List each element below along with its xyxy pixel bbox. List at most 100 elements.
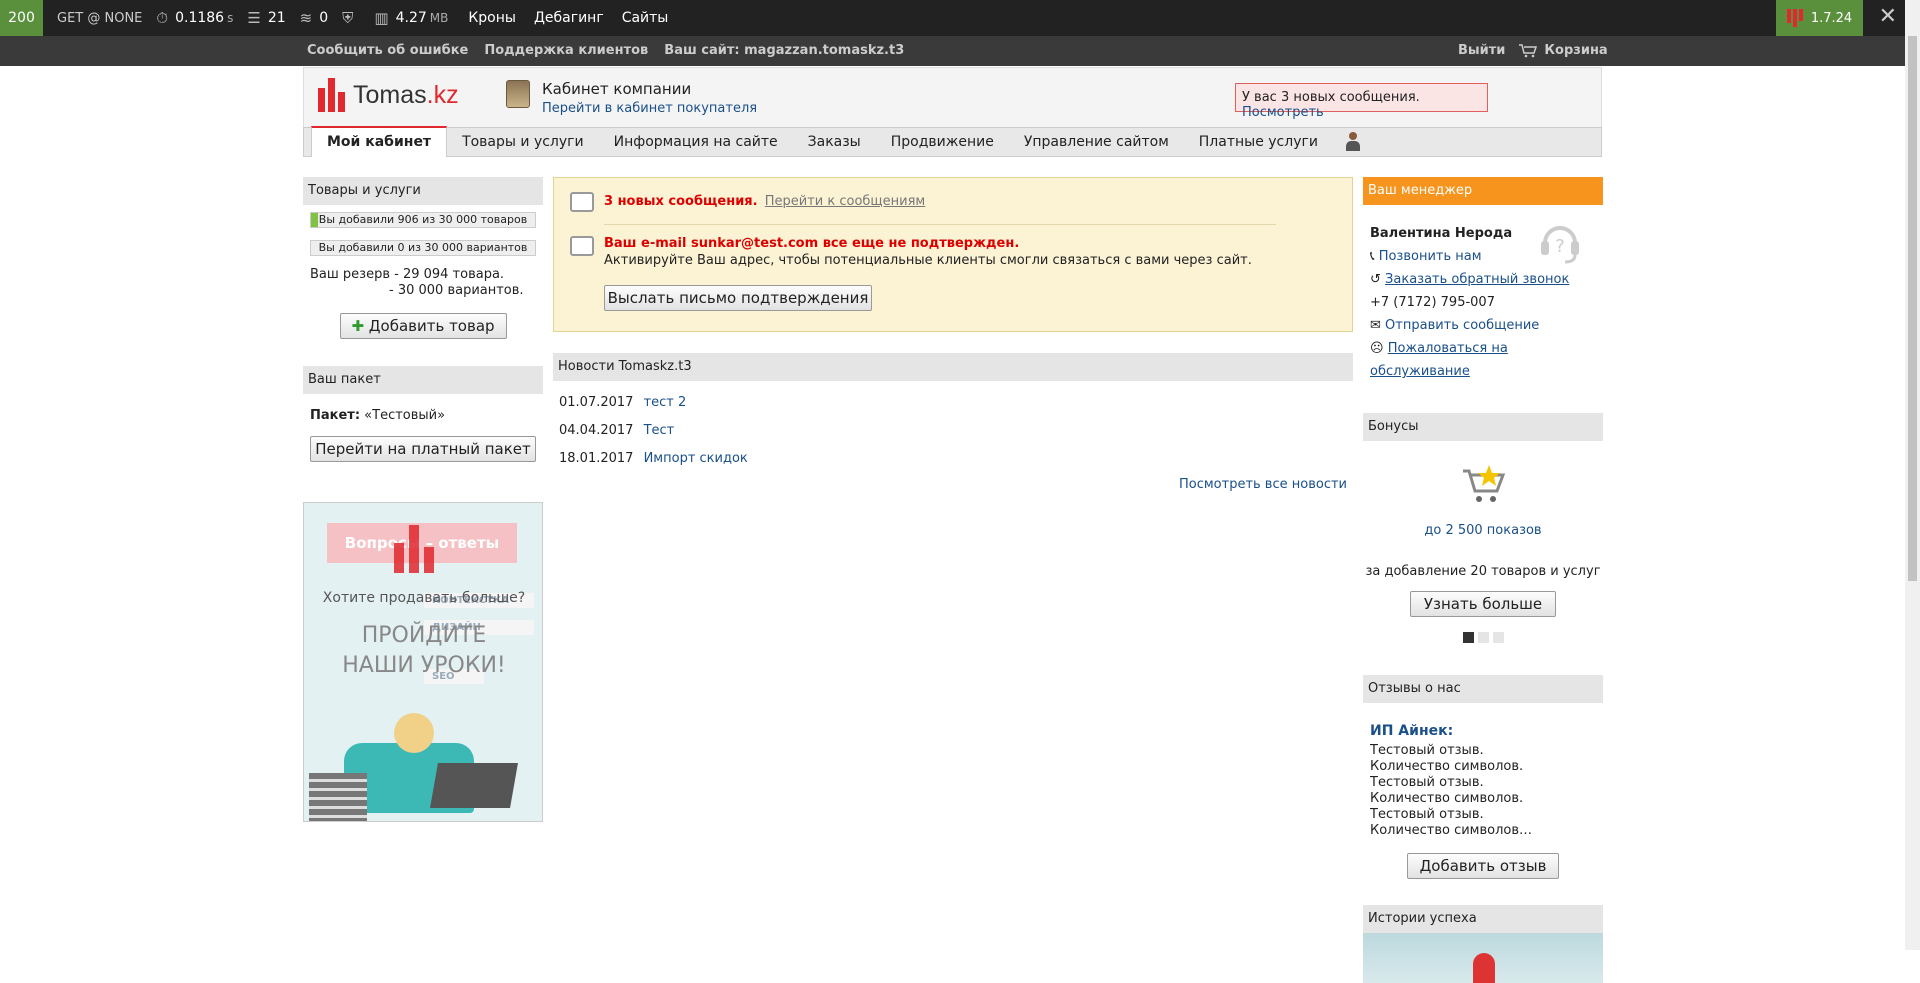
- headset-icon: ?: [1541, 226, 1579, 264]
- cabinet-block: Кабинет компании Перейти в кабинет покуп…: [506, 80, 757, 116]
- reviews-panel-title: Отзывы о нас: [1363, 675, 1603, 703]
- all-news-link[interactable]: Посмотреть все новости: [1179, 477, 1347, 492]
- slider-dot[interactable]: [1462, 632, 1474, 643]
- messages-text: У вас 3 новых сообщения.: [1242, 90, 1420, 105]
- add-product-label: Добавить товар: [368, 317, 495, 335]
- reserve-goods: Ваш резерв - 29 094 товара.: [310, 267, 505, 282]
- send-message-link[interactable]: Отправить сообщение: [1385, 318, 1539, 333]
- logout-link[interactable]: Выйти: [1458, 43, 1505, 58]
- complain-link[interactable]: Пожаловаться на обслуживание: [1370, 341, 1508, 379]
- go-to-messages-link[interactable]: Перейти к сообщениям: [765, 194, 926, 209]
- left-column: Товары и услуги Вы добавили 906 из 30 00…: [303, 177, 543, 462]
- email-activate-text: Активируйте Ваш адрес, чтобы потенциальн…: [604, 253, 1252, 268]
- plus-icon: ✚: [351, 317, 365, 335]
- buyer-cabinet-link[interactable]: Перейти в кабинет покупателя: [542, 101, 757, 116]
- tab-goods[interactable]: Товары и услуги: [447, 128, 599, 156]
- banner-question: Хотите продавать больше?: [322, 590, 526, 606]
- banner-cta-2: НАШИ УРОКИ!: [342, 653, 506, 678]
- debug-link-sites[interactable]: Сайты: [622, 10, 669, 26]
- memory-value: 4.27: [395, 10, 427, 26]
- news-item: 18.01.2017 Импорт скидок: [559, 445, 1347, 473]
- slider-dot[interactable]: [1492, 632, 1504, 643]
- email-unconfirmed-text: Ваш e-mail sunkar@test.com все еще не по…: [604, 236, 1020, 251]
- news-panel-title: Новости Tomaskz.t3: [553, 353, 1353, 381]
- lessons-banner[interactable]: Вопросы – ответы КОНТЕКСТКА ДИЗАЙН SEO Х…: [303, 502, 543, 822]
- phone-icon: 📞︎: [1370, 249, 1375, 264]
- news-list: 01.07.2017 тест 2 04.04.2017 Тест 18.01.…: [553, 381, 1353, 473]
- envelope-icon: ✉: [1370, 318, 1381, 333]
- sad-face-icon: ☹: [1370, 341, 1384, 356]
- message-bubble-icon: [570, 192, 594, 212]
- paid-package-button[interactable]: Перейти на платный пакет: [310, 436, 536, 462]
- bonus-impressions-link[interactable]: до 2 500 показов: [1424, 523, 1541, 538]
- package-label: Пакет:: [310, 408, 361, 423]
- cart-link[interactable]: Корзина: [1519, 43, 1608, 58]
- site-link[interactable]: Ваш сайт: magazzan.tomaskz.t3: [664, 43, 904, 58]
- memory-item[interactable]: ▥ 4.27 MB: [374, 9, 448, 27]
- request-method[interactable]: GET @ NONE: [57, 11, 142, 26]
- cabinet-book-icon: [506, 80, 530, 108]
- learn-more-button[interactable]: Узнать больше: [1410, 591, 1556, 617]
- version-badge[interactable]: 1.7.24: [1776, 0, 1863, 36]
- right-column: Ваш менеджер ? Валентина Нерода 📞︎ Позво…: [1363, 177, 1603, 983]
- complain-row: ☹ Пожаловаться на обслуживание: [1370, 337, 1596, 383]
- tab-site-management[interactable]: Управление сайтом: [1009, 128, 1184, 156]
- scrollbar-thumb[interactable]: [1908, 36, 1917, 581]
- security-item[interactable]: ⛨: [342, 9, 360, 27]
- tomas-logo[interactable]: Tomas.kz: [318, 78, 459, 112]
- time-value: 0.1186: [175, 10, 225, 26]
- cart-icon: [1519, 43, 1538, 57]
- debug-link-crons[interactable]: Кроны: [468, 10, 516, 26]
- callback-link[interactable]: Заказать обратный звонок: [1385, 272, 1569, 287]
- tomas-logo-icon: [1786, 9, 1803, 27]
- review-author[interactable]: ИП Айнек:: [1370, 723, 1596, 739]
- report-error-link[interactable]: Сообщить об ошибке: [307, 43, 468, 58]
- slider-dot[interactable]: [1477, 632, 1489, 643]
- news-link[interactable]: Тест: [644, 423, 675, 438]
- status-code[interactable]: 200: [0, 0, 43, 36]
- news-link[interactable]: Импорт скидок: [644, 451, 748, 466]
- support-link[interactable]: Поддержка клиентов: [484, 43, 648, 58]
- news-link[interactable]: тест 2: [644, 395, 687, 410]
- version-value: 1.7.24: [1810, 10, 1853, 26]
- bonus-panel-title: Бонусы: [1363, 413, 1603, 441]
- tab-my-cabinet[interactable]: Мой кабинет: [311, 126, 448, 157]
- news-item: 04.04.2017 Тест: [559, 417, 1347, 445]
- call-us-link[interactable]: Позвонить нам: [1379, 249, 1482, 264]
- memory-unit: MB: [429, 11, 449, 25]
- send-confirmation-button[interactable]: Выслать письмо подтверждения: [604, 285, 872, 311]
- memory-icon: ▥: [374, 9, 389, 27]
- news-date: 04.04.2017: [559, 423, 634, 438]
- notifications-box: 3 новых сообщения. Перейти к сообщениям …: [553, 177, 1353, 332]
- tab-site-info[interactable]: Информация на сайте: [599, 128, 793, 156]
- events-item[interactable]: ≋ 0: [300, 9, 329, 27]
- add-review-button[interactable]: Добавить отзыв: [1407, 853, 1559, 879]
- success-stories-title: Истории успеха: [1363, 905, 1603, 933]
- tab-paid-services[interactable]: Платные услуги: [1184, 128, 1333, 156]
- bonus-slider-dots: [1363, 632, 1603, 643]
- variants-progress-label: Вы добавили 0 из 30 000 вариантов: [318, 241, 528, 254]
- banner-cta-1: ПРОЙДИТЕ: [361, 623, 487, 648]
- cabinet-title: Кабинет компании: [542, 80, 692, 98]
- database-icon: ☰: [247, 9, 261, 27]
- email-bubble-icon: [570, 236, 594, 256]
- debug-toolbar: 200 GET @ NONE ⏱ 0.1186 s ☰ 21 ≋ 0 ⛨ ▥ 4.27 MB…: [0, 0, 1905, 36]
- tab-orders[interactable]: Заказы: [793, 128, 876, 156]
- db-item[interactable]: ☰ 21: [247, 9, 285, 27]
- cart-star-icon: [1463, 465, 1506, 502]
- callback-icon: ↺: [1370, 272, 1381, 287]
- tab-promotion[interactable]: Продвижение: [876, 128, 1009, 156]
- debug-link-debugging[interactable]: Дебагинг: [534, 10, 604, 26]
- package-panel-title: Ваш пакет: [303, 366, 543, 394]
- timer-item[interactable]: ⏱ 0.1186 s: [156, 9, 233, 27]
- review-text: Тестовый отзыв. Количество символов. Тес…: [1370, 743, 1533, 838]
- page-scrollbar[interactable]: [1905, 0, 1920, 950]
- goods-panel-title: Товары и услуги: [303, 177, 543, 205]
- success-stories-image[interactable]: [1363, 933, 1603, 983]
- rocket-icon: [1473, 953, 1495, 983]
- user-icon[interactable]: [1343, 132, 1363, 152]
- wifi-icon: ≋: [299, 9, 313, 27]
- add-product-button[interactable]: ✚ Добавить товар: [339, 313, 507, 339]
- messages-view-link[interactable]: Посмотреть: [1242, 105, 1324, 120]
- close-debug-button[interactable]: ✕: [1879, 4, 1897, 29]
